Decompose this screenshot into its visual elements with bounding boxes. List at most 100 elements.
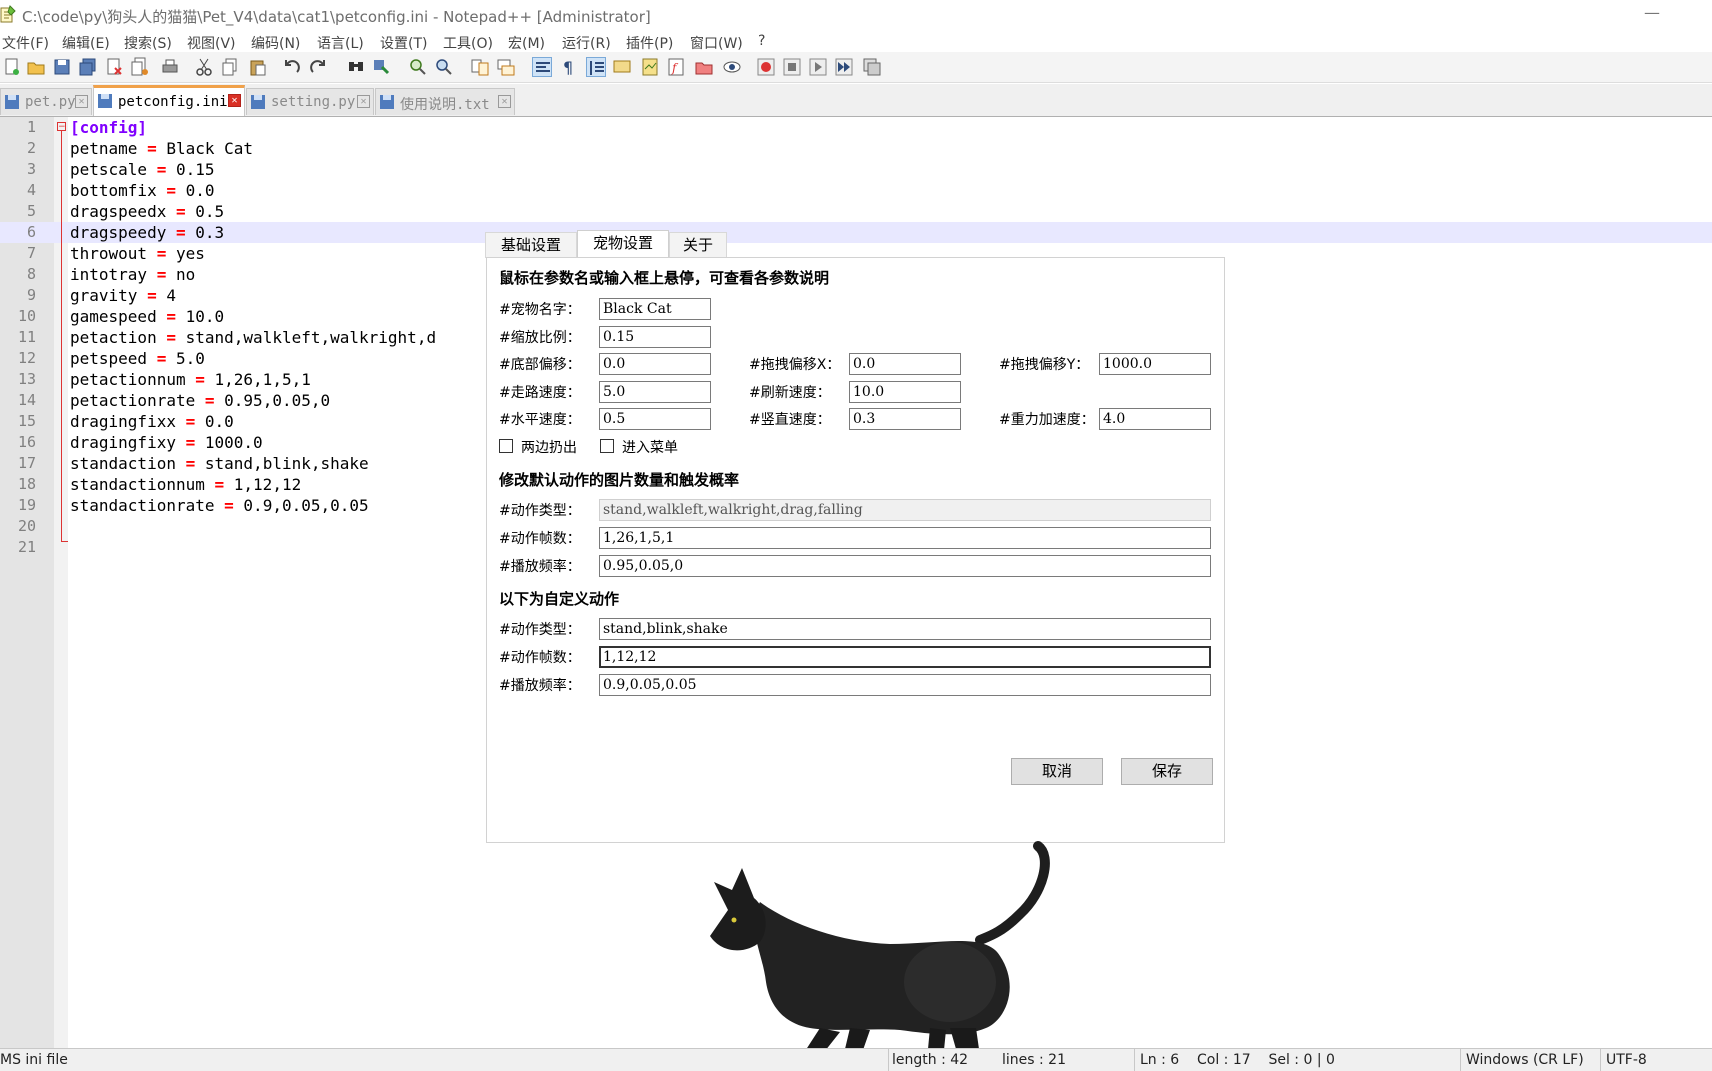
line-code: petactionnum = 1,26,1,5,1 xyxy=(70,370,311,389)
menu-settings[interactable]: 设置(T) xyxy=(380,33,427,53)
custom-action-frames-input[interactable]: 1,12,12 xyxy=(599,646,1211,668)
run-macro-multiple-icon[interactable] xyxy=(834,57,854,77)
vertical-speed-input[interactable]: 0.3 xyxy=(849,408,961,430)
fold-toggle-icon[interactable]: − xyxy=(57,122,66,132)
menu-window[interactable]: 窗口(W) xyxy=(690,33,743,53)
menu-plugins[interactable]: 插件(P) xyxy=(626,33,673,53)
save-all-icon[interactable] xyxy=(78,57,98,77)
drag-offset-y-input[interactable]: 1000.0 xyxy=(1099,353,1211,375)
tab-petconfig-ini[interactable]: petconfig.ini ✕ xyxy=(93,85,245,116)
show-all-chars-icon[interactable]: ¶ xyxy=(558,57,578,77)
gravity-input[interactable]: 4.0 xyxy=(1099,408,1211,430)
indent-guide-icon[interactable] xyxy=(586,57,606,77)
copy-icon[interactable] xyxy=(220,57,240,77)
tab-label: petconfig.ini xyxy=(118,94,228,110)
line-code: petaction = stand,walkleft,walkright,d xyxy=(70,328,436,347)
tab-pet-settings[interactable]: 宠物设置 xyxy=(577,230,669,258)
walk-speed-input[interactable]: 5.0 xyxy=(599,381,711,403)
sync-vertical-icon[interactable] xyxy=(470,57,490,77)
ini-operator: = xyxy=(185,433,196,452)
doc-map-icon[interactable] xyxy=(640,57,660,77)
horizontal-speed-input[interactable]: 0.5 xyxy=(599,408,711,430)
record-macro-icon[interactable] xyxy=(756,57,776,77)
close-tab-icon[interactable]: ✕ xyxy=(75,95,88,108)
stop-macro-icon[interactable] xyxy=(782,57,802,77)
replace-icon[interactable] xyxy=(372,57,392,77)
ini-value: 0.0 xyxy=(204,412,234,431)
cancel-button[interactable]: 取消 xyxy=(1011,758,1103,785)
function-list-icon[interactable]: f xyxy=(666,57,686,77)
editor-line[interactable]: 4 bottomfix = 0.0 xyxy=(0,180,1712,201)
ini-value: yes xyxy=(175,244,205,263)
intotray-checkbox[interactable] xyxy=(600,439,614,453)
word-wrap-icon[interactable] xyxy=(532,57,552,77)
menu-run[interactable]: 运行(R) xyxy=(562,33,611,53)
menu-macro[interactable]: 宏(M) xyxy=(508,33,545,53)
play-macro-icon[interactable] xyxy=(808,57,828,77)
pet-name-input[interactable]: Black Cat xyxy=(599,298,711,320)
bottom-offset-input[interactable]: 0.0 xyxy=(599,353,711,375)
black-cat-pet[interactable] xyxy=(700,832,1070,1070)
udl-icon[interactable] xyxy=(612,57,632,77)
status-encoding[interactable]: UTF-8 xyxy=(1606,1052,1647,1068)
redo-icon[interactable] xyxy=(308,57,328,77)
ini-operator: = xyxy=(156,349,167,368)
pet-name-label: #宠物名字： xyxy=(499,302,581,318)
scale-input[interactable]: 0.15 xyxy=(599,326,711,348)
tab-readme-txt[interactable]: 使用说明.txt ✕ xyxy=(375,88,515,115)
close-tab-icon[interactable]: ✕ xyxy=(357,95,370,108)
tab-pet-py[interactable]: pet.py ✕ xyxy=(0,88,92,115)
line-number: 20 xyxy=(17,517,36,535)
line-code: intotray = no xyxy=(70,265,195,284)
monitoring-eye-icon[interactable] xyxy=(722,57,742,77)
line-number: 5 xyxy=(26,202,36,220)
tab-about[interactable]: 关于 xyxy=(669,232,727,258)
zoom-in-icon[interactable] xyxy=(408,57,428,77)
default-action-rate-input[interactable]: 0.95,0.05,0 xyxy=(599,555,1211,577)
default-action-frames-input[interactable]: 1,26,1,5,1 xyxy=(599,527,1211,549)
menu-view[interactable]: 视图(V) xyxy=(187,33,236,53)
notepadpp-app-icon xyxy=(0,5,16,23)
line-code: standactionnum = 1,12,12 xyxy=(70,475,301,494)
zoom-out-icon[interactable] xyxy=(434,57,454,77)
editor-line[interactable]: 1 [config] xyxy=(0,117,1712,138)
drag-offset-x-input[interactable]: 0.0 xyxy=(849,353,961,375)
ini-value: 1000.0 xyxy=(204,433,263,452)
menu-tools[interactable]: 工具(O) xyxy=(443,33,493,53)
close-tab-icon[interactable]: ✕ xyxy=(228,94,241,107)
paste-icon[interactable] xyxy=(248,57,268,77)
find-icon[interactable] xyxy=(346,57,366,77)
menu-search[interactable]: 搜索(S) xyxy=(124,33,172,53)
editor-line[interactable]: 2 petname = Black Cat xyxy=(0,138,1712,159)
menu-edit[interactable]: 编辑(E) xyxy=(62,33,110,53)
folder-workspace-icon[interactable] xyxy=(694,57,714,77)
menu-help[interactable]: ? xyxy=(758,33,765,49)
new-file-icon[interactable] xyxy=(2,57,22,77)
minimize-button[interactable]: — xyxy=(1632,2,1672,28)
custom-action-rate-input[interactable]: 0.9,0.05,0.05 xyxy=(599,674,1211,696)
default-action-type-label: #动作类型： xyxy=(499,503,581,519)
menu-file[interactable]: 文件(F) xyxy=(2,33,49,53)
save-macro-icon[interactable] xyxy=(862,57,882,77)
sync-horizontal-icon[interactable] xyxy=(496,57,516,77)
editor-line[interactable]: 5 dragspeedx = 0.5 xyxy=(0,201,1712,222)
menu-encoding[interactable]: 编码(N) xyxy=(251,33,300,53)
tab-basic-settings[interactable]: 基础设置 xyxy=(485,232,577,258)
save-icon[interactable] xyxy=(52,57,72,77)
close-file-icon[interactable] xyxy=(104,57,124,77)
tab-setting-py[interactable]: setting.py ✕ xyxy=(246,88,374,115)
editor-line[interactable]: 3 petscale = 0.15 xyxy=(0,159,1712,180)
open-file-icon[interactable] xyxy=(26,57,46,77)
refresh-speed-input[interactable]: 10.0 xyxy=(849,381,961,403)
save-button[interactable]: 保存 xyxy=(1121,758,1213,785)
throwout-checkbox[interactable] xyxy=(499,439,513,453)
custom-action-type-input[interactable]: stand,blink,shake xyxy=(599,618,1211,640)
close-tab-icon[interactable]: ✕ xyxy=(498,95,511,108)
line-number: 9 xyxy=(26,286,36,304)
cut-icon[interactable] xyxy=(194,57,214,77)
menu-language[interactable]: 语言(L) xyxy=(317,33,364,53)
undo-icon[interactable] xyxy=(282,57,302,77)
close-all-icon[interactable] xyxy=(130,57,150,77)
status-eol[interactable]: Windows (CR LF) xyxy=(1466,1052,1584,1068)
print-icon[interactable] xyxy=(160,57,180,77)
